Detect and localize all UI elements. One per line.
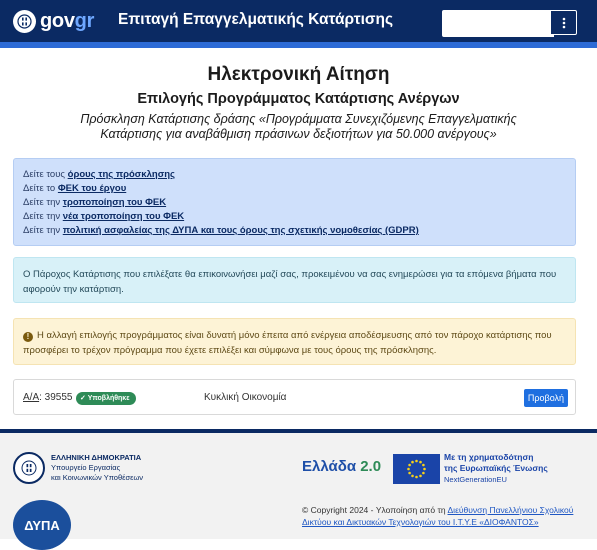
exclamation-icon: !	[23, 332, 33, 342]
info-alert: Ο Πάροχος Κατάρτισης που επιλέξατε θα επ…	[13, 257, 576, 303]
ministry-line3: και Κοινωνικών Υποθέσεων	[51, 473, 144, 482]
link-line: Δείτε την τροποποίηση του ΦΕΚ	[23, 196, 566, 210]
link-terms[interactable]: όρους της πρόσκλησης	[68, 169, 175, 180]
greek-emblem-icon	[13, 9, 36, 33]
link-prefix: Δείτε την	[23, 211, 63, 222]
dypa-logo[interactable]: ΔΥΠΑ	[13, 500, 71, 550]
page-title: Ηλεκτρονική Αίτηση	[207, 64, 390, 85]
eu-line3: NextGenerationEU	[444, 475, 507, 484]
eu-line2: της Ευρωπαϊκής Ένωσης	[444, 463, 548, 473]
header-input[interactable]	[442, 10, 554, 37]
links-box: Δείτε τους όρους της πρόσκλησης Δείτε το…	[13, 158, 576, 246]
govgr-logo[interactable]: govgr	[13, 9, 94, 33]
link-fek-amendment[interactable]: τροποποίηση του ΦΕΚ	[63, 197, 166, 208]
status-badge-label: Υποβλήθηκε	[87, 395, 130, 402]
copyright-prefix: © Copyright 2024 - Υλοποίηση από τη	[302, 505, 448, 515]
eu-flag-icon	[393, 454, 440, 484]
top-bar: govgr Επιταγή Επαγγελματικής Κατάρτισης	[0, 0, 597, 42]
greece-2-0-version: 2.0	[360, 458, 382, 475]
warning-text: Η αλλαγή επιλογής προγράμματος είναι δυν…	[23, 330, 552, 356]
program-id: Α/Α: 39555	[23, 392, 73, 403]
page-description: Πρόσκληση Κατάρτισης δράσης «Προγράμματα…	[80, 112, 517, 141]
kebab-vertical-icon	[562, 17, 565, 28]
page-subtitle: Επιλογής Προγράμματος Κατάρτισης Ανέργων	[137, 91, 460, 107]
greek-seal-icon	[13, 452, 45, 484]
link-prefix: Δείτε την	[23, 197, 63, 208]
app-title: Επιταγή Επαγγελματικής Κατάρτισης	[118, 11, 394, 28]
ministry-line2: Υπουργείο Εργασίας	[51, 463, 121, 472]
link-line: Δείτε τους όρους της πρόσκλησης	[23, 168, 566, 182]
program-id-value: : 39555	[39, 392, 73, 403]
greece-2-0-logo: Ελλάδα 2.0	[302, 458, 381, 475]
link-prefix: Δείτε το	[23, 183, 58, 194]
greece-2-0-text: Ελλάδα	[302, 458, 357, 475]
header-stripe	[0, 42, 597, 48]
program-name: Κυκλική Οικονομία	[204, 392, 287, 403]
link-line: Δείτε την νέα τροποποίηση του ΦΕΚ	[23, 210, 566, 224]
ministry-logo[interactable]: ΕΛΛΗΝΙΚΗ ΔΗΜΟΚΡΑΤΙΑ Υπουργείο Εργασίας κ…	[13, 452, 143, 484]
eu-funding-text: Με τη χρηματοδότηση της Ευρωπαϊκής Ένωση…	[444, 452, 548, 485]
link-gdpr-policy[interactable]: πολιτική ασφαλείας της ΔΥΠΑ και τους όρο…	[63, 225, 419, 236]
ministry-text: ΕΛΛΗΝΙΚΗ ΔΗΜΟΚΡΑΤΙΑ Υπουργείο Εργασίας κ…	[51, 453, 143, 483]
program-id-label: Α/Α	[23, 392, 40, 403]
ministry-line1: ΕΛΛΗΝΙΚΗ ΔΗΜΟΚΡΑΤΙΑ	[51, 453, 142, 462]
link-fek[interactable]: ΦΕΚ του έργου	[58, 183, 126, 194]
menu-button[interactable]	[550, 10, 577, 35]
link-prefix: Δείτε την	[23, 225, 63, 236]
status-badge: ✓ Υποβλήθηκε	[76, 392, 136, 405]
link-prefix: Δείτε τους	[23, 169, 68, 180]
warning-alert: ! Η αλλαγή επιλογής προγράμματος είναι δυ…	[13, 318, 576, 365]
link-fek-new-amendment[interactable]: νέα τροποποίηση του ΦΕΚ	[63, 211, 184, 222]
eu-line1: Με τη χρηματοδότηση	[444, 452, 534, 462]
link-line: Δείτε το ΦΕΚ του έργου	[23, 182, 566, 196]
copyright-text: © Copyright 2024 - Υλοποίηση από τη Διεύ…	[302, 504, 582, 528]
logo-text-gr: gr	[74, 9, 95, 32]
view-button[interactable]: Προβολή	[524, 389, 568, 407]
program-row: Α/Α: 39555 ✓ Υποβλήθηκε Κυκλική Οικονομί…	[13, 379, 576, 415]
link-line: Δείτε την πολιτική ασφαλείας της ΔΥΠΑ κα…	[23, 224, 566, 238]
logo-text-gov: gov	[40, 9, 75, 32]
